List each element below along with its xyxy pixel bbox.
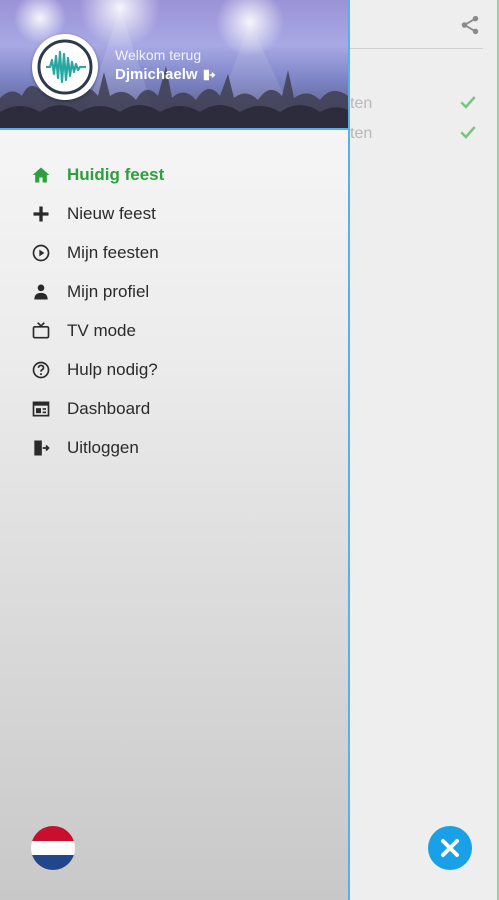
- person-icon: [30, 281, 52, 303]
- check-icon: [460, 96, 476, 109]
- plus-icon: [30, 203, 52, 225]
- close-drawer-button[interactable]: [428, 826, 472, 870]
- menu-item-uitloggen[interactable]: Uitloggen: [0, 428, 348, 467]
- logout-icon[interactable]: [202, 68, 216, 82]
- menu-item-label: Dashboard: [67, 398, 151, 418]
- welcome-text: Welkom terug: [115, 47, 202, 63]
- background-row-text: ten: [350, 125, 373, 142]
- menu-item-mijn-feesten[interactable]: Mijn feesten: [0, 233, 348, 272]
- drawer-menu: Huidig feest Nieuw feest Mijn feesten Mi…: [0, 155, 348, 467]
- menu-item-label: Hulp nodig?: [67, 359, 158, 379]
- menu-item-label: TV mode: [67, 320, 136, 340]
- play-circle-icon: [30, 242, 52, 264]
- menu-item-label: Huidig feest: [67, 164, 165, 184]
- menu-item-tv-mode[interactable]: TV mode: [0, 311, 348, 350]
- background-divider: [350, 48, 483, 49]
- menu-item-hulp-nodig[interactable]: Hulp nodig?: [0, 350, 348, 389]
- home-icon: [30, 164, 52, 186]
- tv-icon: [30, 320, 52, 342]
- menu-item-label: Nieuw feest: [67, 203, 156, 223]
- menu-item-nieuw-feest[interactable]: Nieuw feest: [0, 194, 348, 233]
- logout-icon: [30, 437, 52, 459]
- menu-item-huidig-feest[interactable]: Huidig feest: [0, 155, 348, 194]
- close-icon: [441, 839, 459, 857]
- soundwave-logo-icon: [37, 39, 93, 95]
- username-row: Djmichaelw: [115, 66, 216, 83]
- help-circle-icon: [30, 359, 52, 381]
- background-row-text: ten: [350, 95, 373, 112]
- check-icon: [460, 126, 476, 139]
- netherlands-flag-icon: [31, 826, 75, 870]
- app-logo-avatar: [32, 34, 98, 100]
- share-icon[interactable]: [459, 14, 481, 36]
- dashboard-icon: [30, 398, 52, 420]
- header-divider: [0, 128, 348, 130]
- background-screen: ten ten: [348, 0, 499, 900]
- navigation-drawer: Welkom terug Djmichaelw Huidig feest Nie…: [0, 0, 348, 900]
- drawer-header: Welkom terug Djmichaelw: [0, 0, 348, 130]
- username: Djmichaelw: [115, 66, 198, 83]
- menu-item-label: Mijn profiel: [67, 281, 150, 301]
- menu-item-label: Mijn feesten: [67, 242, 159, 262]
- menu-item-label: Uitloggen: [67, 437, 139, 457]
- background-toolbar: [350, 0, 497, 50]
- menu-item-mijn-profiel[interactable]: Mijn profiel: [0, 272, 348, 311]
- language-flag-netherlands[interactable]: [31, 826, 75, 870]
- menu-item-dashboard[interactable]: Dashboard: [0, 389, 348, 428]
